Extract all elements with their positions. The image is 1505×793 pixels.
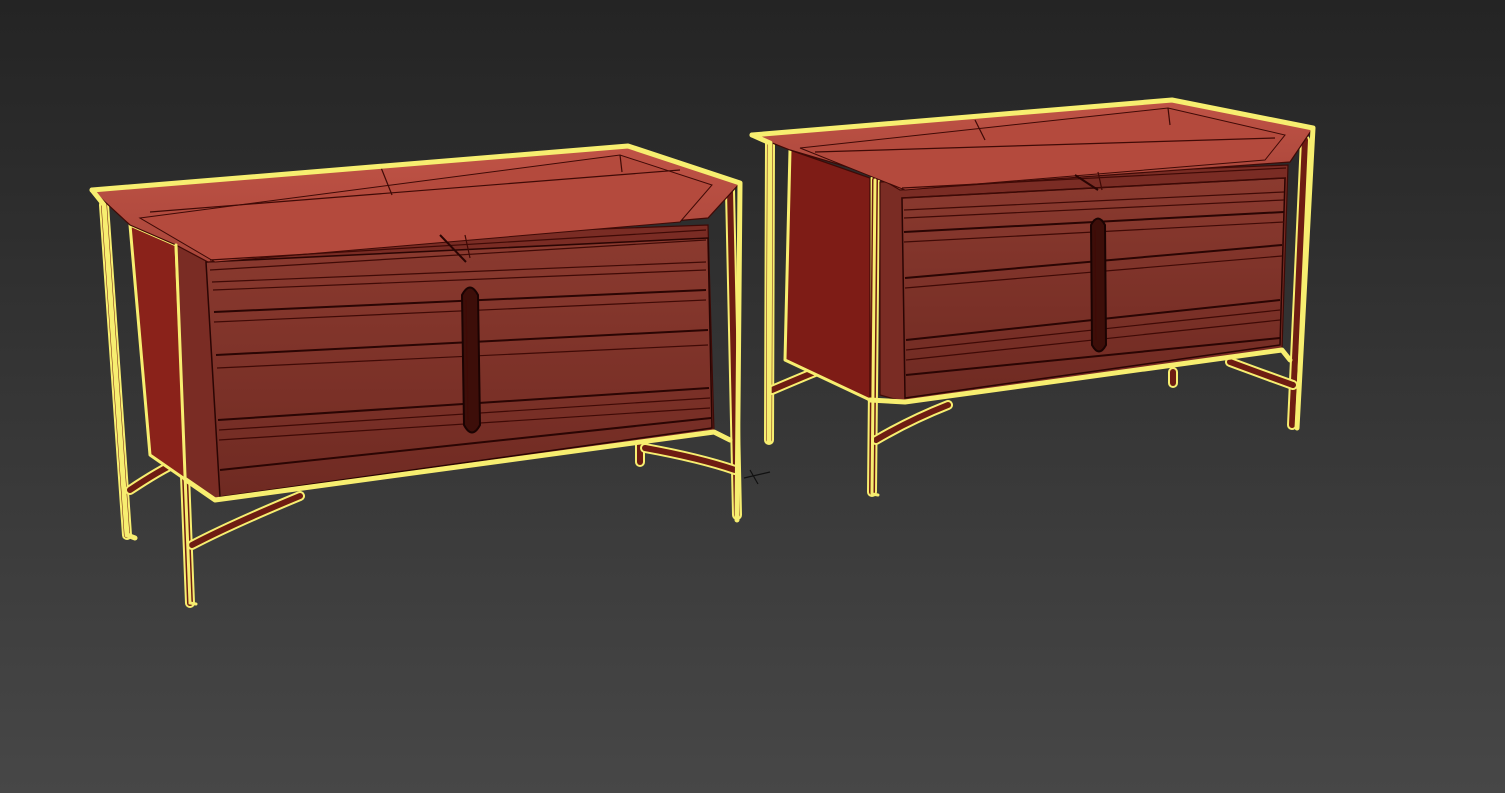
sideboard-right-handle[interactable] bbox=[1089, 217, 1108, 353]
viewport-canvas[interactable] bbox=[0, 0, 1505, 793]
3d-viewport[interactable] bbox=[0, 0, 1505, 793]
sideboard-right-side-panel bbox=[784, 149, 871, 401]
sideboard-left-handle[interactable] bbox=[460, 286, 482, 434]
